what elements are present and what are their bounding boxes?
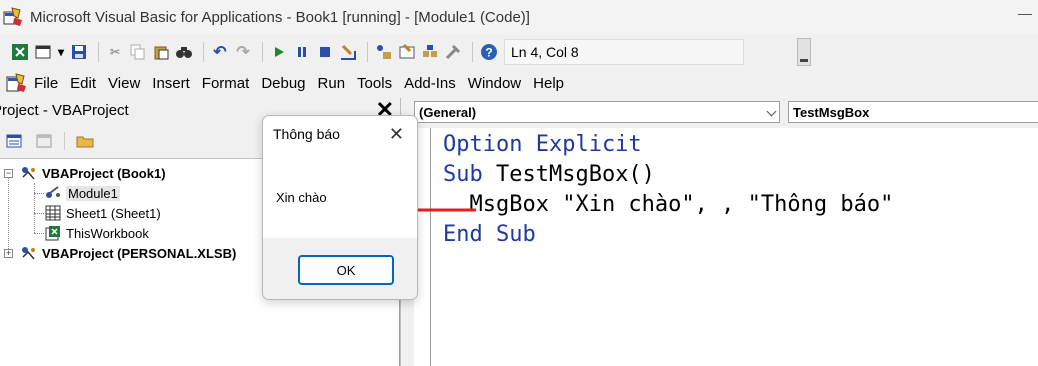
- ok-button[interactable]: OK: [298, 255, 394, 285]
- view-object-icon[interactable]: [34, 132, 54, 150]
- cursor-position-text: Ln 4, Col 8: [511, 44, 579, 60]
- toolbar-separator: [472, 42, 473, 62]
- chevron-down-icon: [766, 106, 777, 117]
- svg-text:?: ?: [485, 46, 492, 60]
- worksheet-icon: [44, 205, 62, 221]
- vba-app-icon: [3, 7, 22, 26]
- tree-line: [34, 193, 44, 194]
- reset-icon[interactable]: [315, 42, 335, 62]
- tree-node-label: ThisWorkbook: [66, 225, 149, 241]
- tree-node-label: VBAProject (PERSONAL.XLSB): [42, 245, 237, 261]
- tree-node-sheet1[interactable]: Sheet1 (Sheet1): [44, 203, 161, 223]
- cut-icon[interactable]: ✂: [105, 42, 125, 62]
- close-icon[interactable]: ✕: [389, 124, 404, 145]
- menu-file[interactable]: File: [34, 75, 58, 92]
- toolbar-separator: [262, 42, 263, 62]
- run-icon[interactable]: [269, 42, 289, 62]
- paste-icon[interactable]: [151, 42, 171, 62]
- insert-userform-icon[interactable]: [33, 42, 53, 62]
- toolbar-overflow-handle[interactable]: [797, 38, 811, 66]
- menu-tools[interactable]: Tools: [357, 75, 392, 92]
- expand-personal-icon[interactable]: +: [4, 249, 13, 258]
- redo-icon[interactable]: ↷: [233, 42, 253, 62]
- tree-node-vbaproject-book1[interactable]: VBAProject (Book1): [20, 163, 166, 183]
- menu-view[interactable]: View: [108, 75, 140, 92]
- minimize-button[interactable]: [1018, 4, 1032, 16]
- cursor-position-status: Ln 4, Col 8: [504, 39, 744, 65]
- menu-edit[interactable]: Edit: [70, 75, 96, 92]
- dialog-message: Xin chào: [276, 190, 327, 205]
- code-line-4: End Sub: [443, 222, 536, 247]
- code-line-2: Sub TestMsgBox(): [443, 162, 655, 187]
- design-mode-icon[interactable]: [338, 42, 358, 62]
- properties-window-icon[interactable]: [397, 42, 417, 62]
- save-icon[interactable]: [69, 42, 89, 62]
- menu-help[interactable]: Help: [533, 75, 564, 92]
- module-icon: [44, 185, 62, 201]
- break-icon[interactable]: [292, 42, 312, 62]
- dropdown-arrow-icon[interactable]: ▾: [56, 42, 66, 62]
- code-line-3: MsgBox "Xin chào", , "Thông báo": [443, 192, 894, 217]
- object-dropdown[interactable]: (General): [414, 101, 780, 123]
- workbook-icon: [44, 225, 62, 241]
- toolbar-separator: [203, 42, 204, 62]
- tree-node-label: Module1: [66, 185, 120, 201]
- project-explorer-title: Project - VBAProject: [0, 101, 129, 119]
- menu-insert[interactable]: Insert: [152, 75, 190, 92]
- code-line-1: Option Explicit: [443, 132, 642, 157]
- menu-add-ins[interactable]: Add-Ins: [404, 75, 456, 92]
- collapse-book1-icon[interactable]: −: [4, 169, 13, 178]
- tree-node-label: VBAProject (Book1): [42, 165, 166, 181]
- menu-format[interactable]: Format: [202, 75, 250, 92]
- procedure-dropdown-value: TestMsgBox: [793, 104, 870, 120]
- tree-node-thisworkbook[interactable]: ThisWorkbook: [44, 223, 149, 243]
- vbaproject-icon: [20, 245, 38, 261]
- copy-icon[interactable]: [128, 42, 148, 62]
- tree-line: [34, 233, 44, 234]
- procedure-dropdown[interactable]: TestMsgBox: [788, 101, 1038, 123]
- tree-node-module1[interactable]: Module1: [44, 183, 120, 203]
- title-bar: Microsoft Visual Basic for Applications …: [0, 0, 1038, 34]
- help-icon[interactable]: ?: [479, 42, 499, 62]
- toolbar-separator: [98, 42, 99, 62]
- toggle-folders-icon[interactable]: [75, 132, 95, 150]
- tools-separator: [64, 132, 65, 150]
- menu-window[interactable]: Window: [468, 75, 521, 92]
- menu-bar: File Edit View Insert Format Debug Run T…: [0, 70, 1038, 96]
- vbaproject-icon: [20, 165, 38, 181]
- tree-line: [8, 173, 9, 253]
- tree-node-label: Sheet1 (Sheet1): [66, 205, 161, 221]
- tree-line: [34, 183, 35, 233]
- project-explorer-icon[interactable]: [374, 42, 394, 62]
- menu-run[interactable]: Run: [318, 75, 346, 92]
- object-dropdown-value: (General): [419, 104, 477, 120]
- tree-node-vbaproject-personal[interactable]: VBAProject (PERSONAL.XLSB): [20, 243, 236, 263]
- dialog-footer: OK: [263, 238, 417, 299]
- standard-toolbar: ▾ ✂ ↶ ↷ ? Ln 4, Col 8: [0, 36, 1038, 68]
- code-editor[interactable]: Option Explicit Sub TestMsgBox() MsgBox …: [430, 128, 1038, 366]
- toolbox-icon[interactable]: [443, 42, 463, 62]
- menu-debug[interactable]: Debug: [261, 75, 305, 92]
- dialog-title: Thông báo: [273, 126, 340, 142]
- tree-line: [34, 213, 44, 214]
- view-excel-icon[interactable]: [10, 42, 30, 62]
- code-window-icon[interactable]: [6, 73, 28, 93]
- object-browser-icon[interactable]: [420, 42, 440, 62]
- find-icon[interactable]: [174, 42, 194, 62]
- message-box-dialog: Thông báo ✕ Xin chào OK: [262, 115, 418, 300]
- toolbar-separator: [367, 42, 368, 62]
- undo-icon[interactable]: ↶: [210, 42, 230, 62]
- window-title: Microsoft Visual Basic for Applications …: [30, 8, 530, 26]
- view-code-icon[interactable]: [4, 132, 24, 150]
